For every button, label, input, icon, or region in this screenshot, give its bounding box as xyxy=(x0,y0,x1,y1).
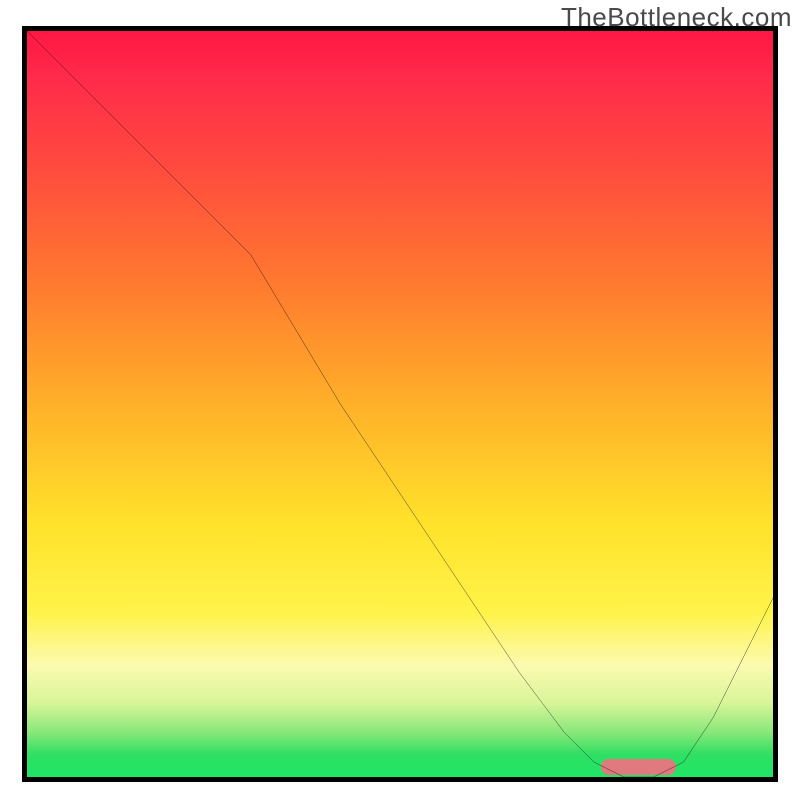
watermark-text: TheBottleneck.com xyxy=(561,2,792,33)
curve-path xyxy=(27,31,773,777)
plot-area xyxy=(27,31,773,777)
bottleneck-curve xyxy=(27,31,773,777)
plot-border xyxy=(22,26,778,782)
chart-frame: TheBottleneck.com xyxy=(0,0,800,800)
